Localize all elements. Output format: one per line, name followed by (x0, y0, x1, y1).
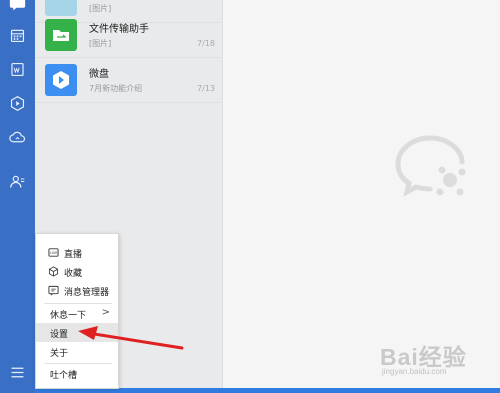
conversation-name: 文件传输助手 (89, 24, 149, 35)
menu-icon[interactable] (8, 363, 27, 382)
menu-item-about[interactable]: 关于 (36, 342, 118, 361)
menu-item-label: 休息一下 (50, 311, 87, 321)
conversation-item[interactable]: 文件传输助手 [图片] 7/18 (35, 13, 223, 58)
chat-pane (224, 0, 500, 393)
document-icon[interactable] (8, 60, 27, 79)
conversation-item[interactable]: 微盘 7月新功能介绍 7/13 (35, 58, 223, 103)
conversation-preview: 7月新功能介绍 (89, 84, 143, 93)
menu-item-take-a-break[interactable]: 休息一下 > (36, 304, 118, 323)
cloud-icon[interactable] (8, 128, 27, 147)
watermark-subtext: jingyan.baidu.com (382, 367, 447, 376)
conversation-preview: [图片] (89, 39, 112, 48)
calendar-icon[interactable] (8, 26, 27, 45)
conversation-time: 7/13 (197, 84, 215, 93)
chevron-right-icon: > (101, 307, 110, 318)
cube-icon (48, 266, 59, 277)
conversation-name: 微盘 (89, 69, 109, 80)
menu-item-feedback[interactable]: 吐个槽 (36, 364, 118, 383)
menu-item-label: 关于 (50, 349, 69, 359)
menu-item-label: 吐个槽 (50, 371, 78, 381)
wecom-logo-icon (395, 135, 466, 197)
play-icon[interactable] (8, 94, 27, 113)
message-manager-icon (48, 285, 59, 296)
menu-item-label: 设置 (50, 330, 69, 340)
contacts-icon[interactable] (8, 172, 27, 191)
live-icon: LIVE (48, 248, 59, 257)
main-menu-popup: LIVE 直播 收藏 消息管理器 休息一下 > 设置 关于 吐个槽 (35, 233, 119, 389)
menu-item-live[interactable]: LIVE 直播 (36, 243, 118, 262)
menu-item-favorites[interactable]: 收藏 (36, 262, 118, 281)
folder-avatar-icon (45, 19, 77, 51)
menu-item-label: 收藏 (64, 269, 83, 279)
menu-item-message-manager[interactable]: 消息管理器 (36, 281, 118, 300)
weipan-avatar-icon (45, 64, 77, 96)
chat-icon[interactable] (8, 0, 27, 13)
menu-item-label: 消息管理器 (64, 288, 110, 298)
watermark: Bai经验 jingyan.baidu.com (380, 336, 495, 381)
menu-item-settings[interactable]: 设置 (36, 323, 118, 342)
conversation-time: 7/18 (197, 39, 215, 48)
menu-item-label: 直播 (64, 250, 83, 260)
svg-text:LIVE: LIVE (50, 251, 58, 255)
left-nav-rail (0, 0, 35, 393)
